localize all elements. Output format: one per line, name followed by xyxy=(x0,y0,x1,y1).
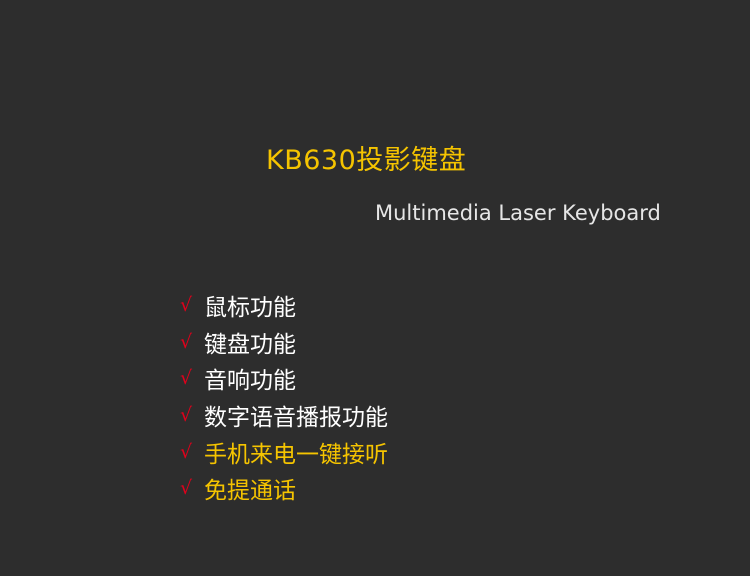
check-mark-icon: √ xyxy=(180,330,193,353)
check-mark-icon: √ xyxy=(180,477,193,500)
check-mark-icon: √ xyxy=(180,440,193,463)
check-mark-icon: √ xyxy=(180,404,193,427)
feature-label: 手机来电一键接听 xyxy=(204,441,388,468)
feature-label: 数字语音播报功能 xyxy=(204,405,388,432)
feature-label: 音响功能 xyxy=(204,368,296,395)
feature-label: 鼠标功能 xyxy=(204,295,296,322)
feature-item-mouse: √ 鼠标功能 xyxy=(180,287,388,324)
check-mark-icon: √ xyxy=(180,367,193,390)
feature-label: 免提通话 xyxy=(204,478,296,505)
feature-item-speaker: √ 音响功能 xyxy=(180,360,388,397)
feature-label: 键盘功能 xyxy=(204,331,296,358)
product-subtitle: Multimedia Laser Keyboard xyxy=(375,201,661,225)
feature-item-handsfree: √ 免提通话 xyxy=(180,470,388,507)
feature-item-keyboard: √ 键盘功能 xyxy=(180,324,388,361)
check-mark-icon: √ xyxy=(180,294,193,317)
feature-list: √ 鼠标功能 √ 键盘功能 √ 音响功能 √ 数字语音播报功能 √ 手机来电一键… xyxy=(180,287,388,507)
product-title: KB630投影键盘 xyxy=(266,145,467,176)
feature-item-call-answer: √ 手机来电一键接听 xyxy=(180,433,388,470)
feature-item-voice-broadcast: √ 数字语音播报功能 xyxy=(180,397,388,434)
